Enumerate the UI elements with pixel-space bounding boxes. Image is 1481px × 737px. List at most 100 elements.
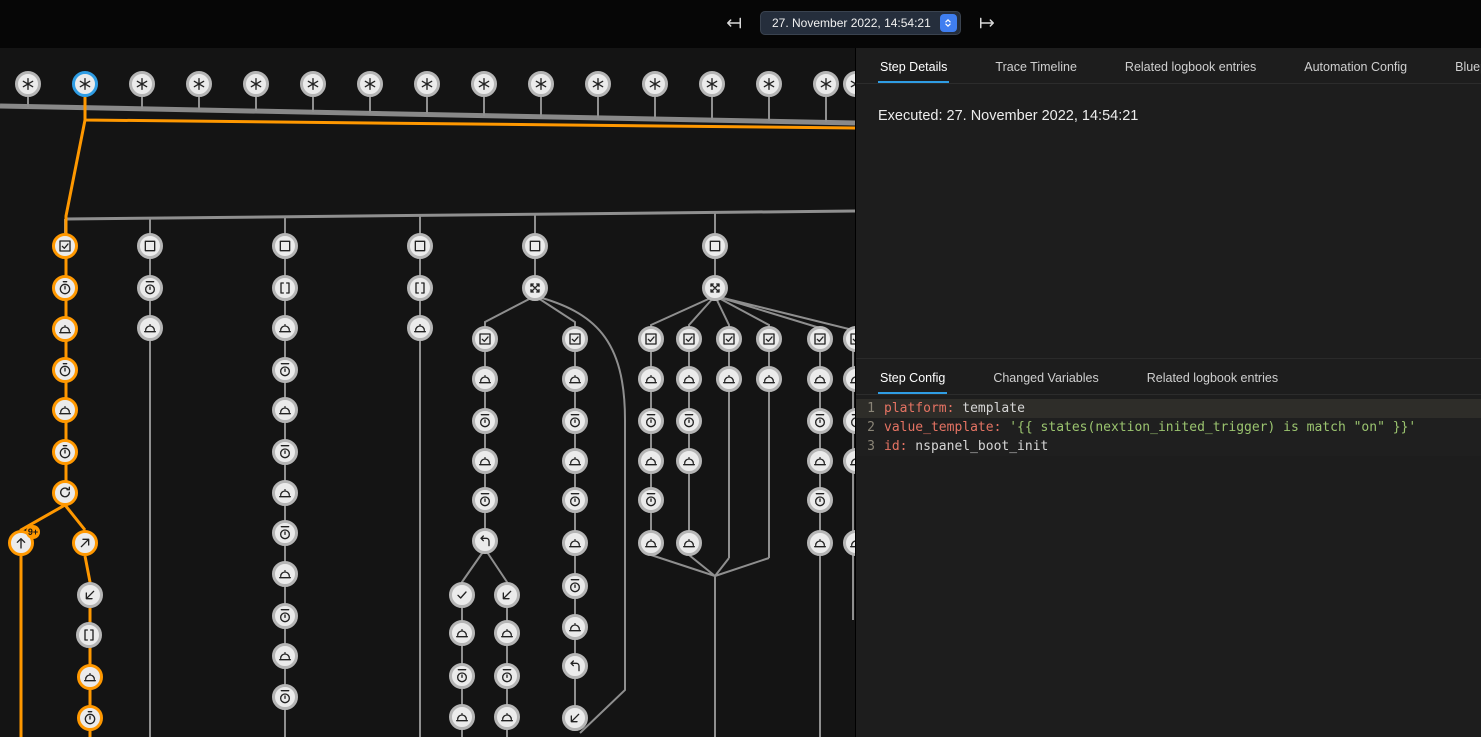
service-dome-node[interactable] (843, 530, 855, 556)
service-dome-node[interactable] (843, 366, 855, 392)
service-dome-node[interactable] (272, 561, 298, 587)
trigger-asterisk-node[interactable] (129, 71, 155, 97)
timer-bar-node[interactable] (137, 275, 163, 301)
timer-bar-node[interactable] (807, 487, 833, 513)
condition-blank-node[interactable] (407, 233, 433, 259)
trigger-asterisk-node[interactable] (243, 71, 269, 97)
service-dome-node[interactable] (562, 366, 588, 392)
brackets-node[interactable] (407, 275, 433, 301)
service-dome-node[interactable] (638, 530, 664, 556)
timer-bar-node[interactable] (272, 357, 298, 383)
timer-bar-node[interactable] (494, 663, 520, 689)
arrow-in-node[interactable] (494, 582, 520, 608)
tab-changed-variables[interactable]: Changed Variables (991, 359, 1100, 394)
service-dome-node[interactable] (562, 448, 588, 474)
tab-blueprint-config[interactable]: Blueprint Config (1453, 48, 1481, 83)
choose-node[interactable] (522, 275, 548, 301)
tab-automation-config[interactable]: Automation Config (1302, 48, 1409, 83)
condition-checked-node[interactable] (716, 326, 742, 352)
timer-node[interactable] (77, 705, 103, 731)
service-dome-node[interactable] (272, 315, 298, 341)
service-dome-node[interactable] (807, 448, 833, 474)
tab-step-config[interactable]: Step Config (878, 359, 947, 394)
timer-bar-node[interactable] (807, 408, 833, 434)
service-dome-node[interactable] (52, 397, 78, 423)
timer-bar-node[interactable] (272, 439, 298, 465)
arrow-out-node[interactable] (72, 530, 98, 556)
timer-bar-node[interactable] (676, 408, 702, 434)
service-dome-node[interactable] (472, 366, 498, 392)
trigger-asterisk-node[interactable] (528, 71, 554, 97)
trigger-asterisk-node[interactable] (756, 71, 782, 97)
timer-bar-node[interactable] (843, 408, 855, 434)
timer-node[interactable] (52, 439, 78, 465)
timer-node[interactable] (52, 357, 78, 383)
service-dome-node[interactable] (807, 366, 833, 392)
arrow-up-node[interactable]: 9+ (8, 530, 34, 556)
timer-bar-node[interactable] (638, 408, 664, 434)
return-arrow-node[interactable] (472, 528, 498, 554)
condition-blank-node[interactable] (522, 233, 548, 259)
tab-trace-timeline[interactable]: Trace Timeline (993, 48, 1079, 83)
trigger-asterisk-node[interactable] (471, 71, 497, 97)
timer-bar-node[interactable] (449, 663, 475, 689)
service-dome-node[interactable] (494, 704, 520, 730)
previous-trace-button[interactable] (722, 13, 746, 33)
brackets-node[interactable] (76, 622, 102, 648)
service-dome-node[interactable] (494, 620, 520, 646)
service-dome-node[interactable] (676, 448, 702, 474)
service-dome-node[interactable] (807, 530, 833, 556)
condition-checked-node[interactable] (807, 326, 833, 352)
service-dome-node[interactable] (562, 530, 588, 556)
tab-step-details[interactable]: Step Details (878, 48, 949, 83)
condition-blank-node[interactable] (702, 233, 728, 259)
timer-bar-node[interactable] (272, 603, 298, 629)
trigger-asterisk-node[interactable] (15, 71, 41, 97)
service-dome-node[interactable] (638, 366, 664, 392)
service-dome-node[interactable] (272, 643, 298, 669)
trigger-asterisk-node[interactable] (699, 71, 725, 97)
return-arrow-node[interactable] (562, 653, 588, 679)
service-dome-node[interactable] (472, 448, 498, 474)
choose-node[interactable] (702, 275, 728, 301)
timer-node[interactable] (52, 275, 78, 301)
trigger-asterisk-node[interactable] (300, 71, 326, 97)
next-trace-button[interactable] (975, 13, 999, 33)
trigger-asterisk-node[interactable] (186, 71, 212, 97)
service-dome-node[interactable] (407, 315, 433, 341)
service-dome-node[interactable] (843, 448, 855, 474)
trigger-asterisk-node[interactable] (414, 71, 440, 97)
service-dome-node[interactable] (449, 704, 475, 730)
timer-bar-node[interactable] (272, 520, 298, 546)
service-dome-node[interactable] (756, 366, 782, 392)
condition-checked-node[interactable] (52, 233, 78, 259)
service-dome-node[interactable] (272, 397, 298, 423)
timer-bar-node[interactable] (272, 684, 298, 710)
service-dome-node[interactable] (449, 620, 475, 646)
check-node[interactable] (449, 582, 475, 608)
yaml-editor[interactable]: 1 platform: template 2 value_template: '… (856, 399, 1481, 456)
service-dome-node[interactable] (716, 366, 742, 392)
condition-checked-node[interactable] (562, 326, 588, 352)
tab-config-related-logbook-entries[interactable]: Related logbook entries (1145, 359, 1280, 394)
arrow-in-node[interactable] (562, 705, 588, 731)
service-dome-node[interactable] (676, 366, 702, 392)
service-dome-node[interactable] (77, 664, 103, 690)
timer-bar-node[interactable] (562, 573, 588, 599)
timer-bar-node[interactable] (638, 487, 664, 513)
repeat-node[interactable] (52, 480, 78, 506)
trigger-asterisk-node[interactable] (585, 71, 611, 97)
timer-bar-node[interactable] (472, 487, 498, 513)
trace-timestamp-select[interactable]: 27. November 2022, 14:54:21 (760, 11, 961, 35)
service-dome-node[interactable] (137, 315, 163, 341)
brackets-node[interactable] (272, 275, 298, 301)
trigger-asterisk-node[interactable] (357, 71, 383, 97)
trigger-asterisk-node[interactable] (813, 71, 839, 97)
timer-bar-node[interactable] (472, 408, 498, 434)
service-dome-node[interactable] (52, 316, 78, 342)
condition-checked-node[interactable] (756, 326, 782, 352)
timer-bar-node[interactable] (562, 487, 588, 513)
timer-bar-node[interactable] (562, 408, 588, 434)
trigger-asterisk-node[interactable] (72, 71, 98, 97)
tab-related-logbook-entries[interactable]: Related logbook entries (1123, 48, 1258, 83)
